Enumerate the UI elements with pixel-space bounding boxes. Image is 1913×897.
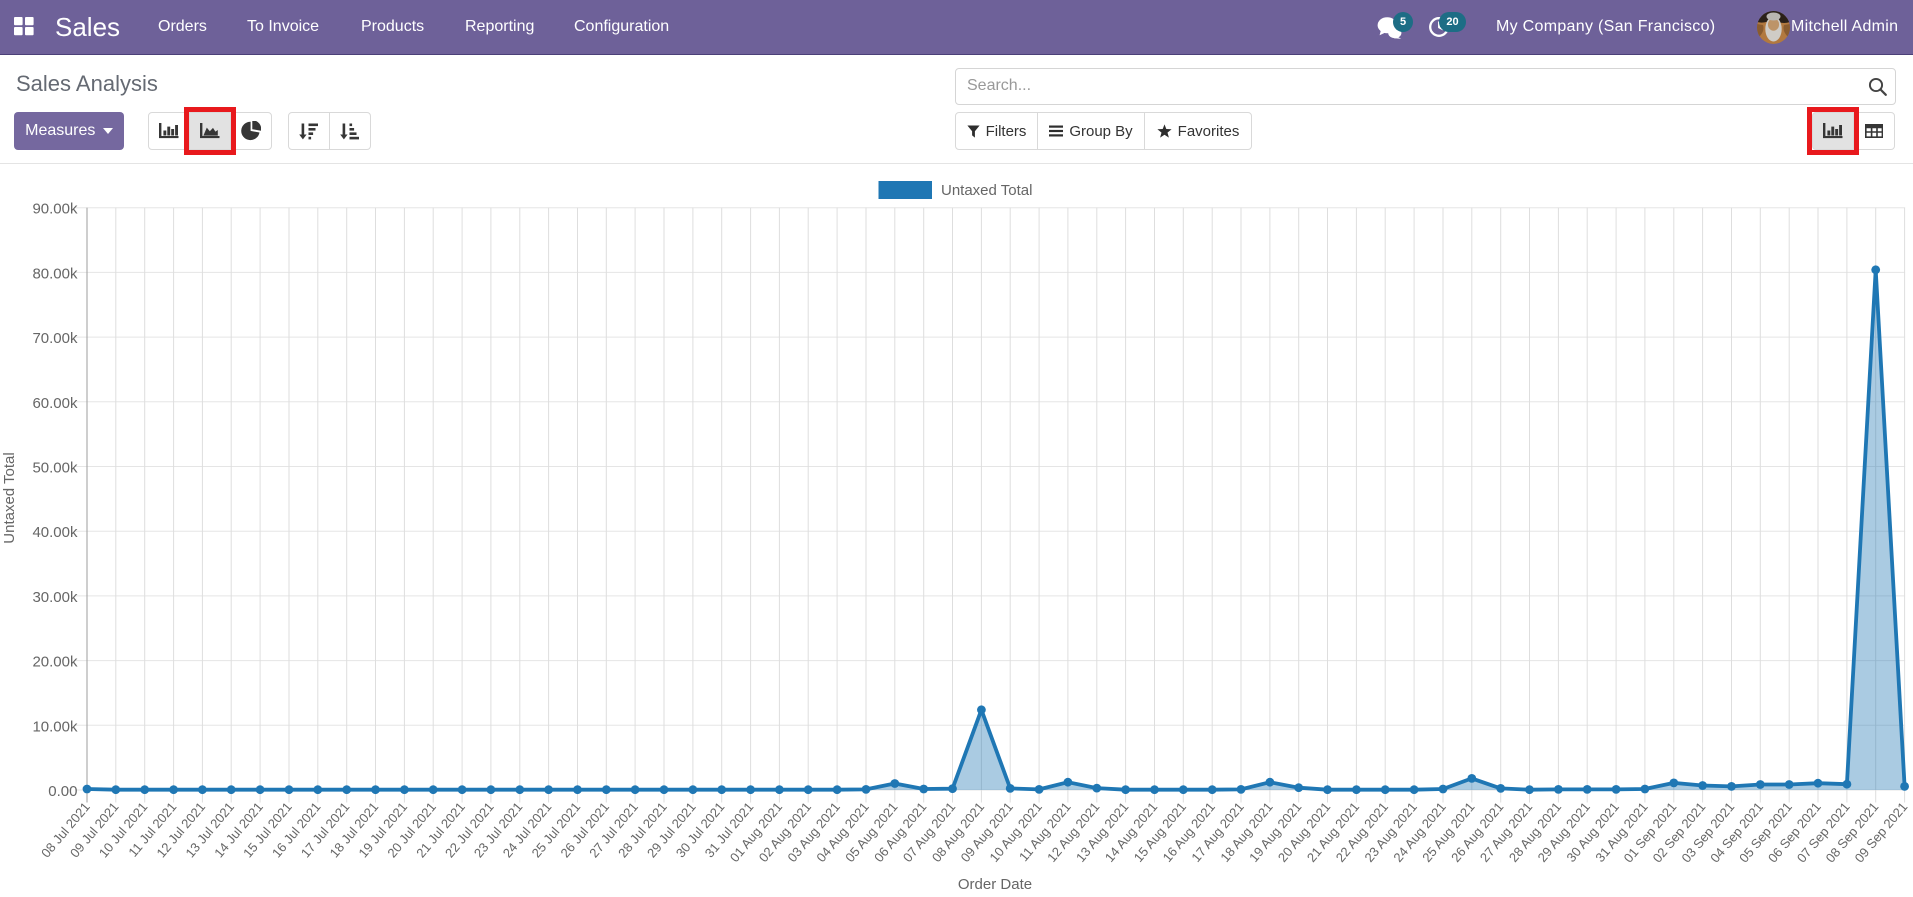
svg-text:30.00k: 30.00k bbox=[32, 589, 78, 606]
svg-text:80.00k: 80.00k bbox=[32, 265, 78, 282]
svg-text:20.00k: 20.00k bbox=[32, 654, 78, 671]
svg-text:Untaxed Total: Untaxed Total bbox=[941, 182, 1032, 199]
svg-text:90.00k: 90.00k bbox=[32, 201, 78, 218]
svg-text:Untaxed Total: Untaxed Total bbox=[1, 452, 18, 543]
svg-text:60.00k: 60.00k bbox=[32, 395, 78, 412]
svg-text:10.00k: 10.00k bbox=[32, 718, 78, 735]
svg-text:40.00k: 40.00k bbox=[32, 524, 78, 541]
svg-text:70.00k: 70.00k bbox=[32, 330, 78, 347]
svg-text:0.00: 0.00 bbox=[48, 783, 77, 800]
svg-text:50.00k: 50.00k bbox=[32, 460, 78, 477]
svg-text:Order Date: Order Date bbox=[958, 876, 1032, 893]
